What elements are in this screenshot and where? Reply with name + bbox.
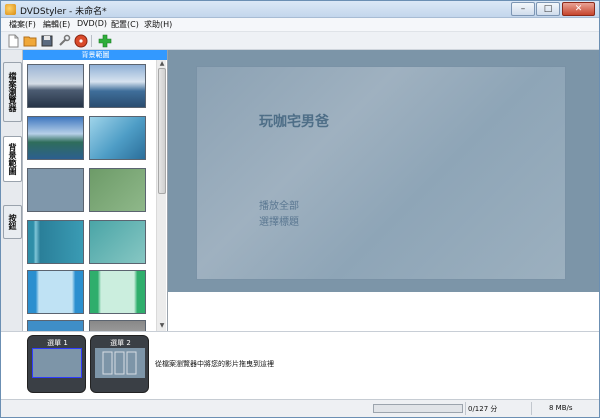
menu-title-text[interactable]: 玩咖宅男爸 bbox=[259, 111, 329, 131]
tab-buttons-label: 按鈕 bbox=[8, 214, 17, 230]
window-title: DVDStyler - 未命名* bbox=[20, 7, 107, 17]
scroll-up-icon[interactable]: ▲ bbox=[158, 60, 166, 67]
tab-backgrounds[interactable]: 背景範圖 bbox=[3, 136, 22, 182]
new-file-icon[interactable] bbox=[6, 34, 20, 48]
background-thumbnail[interactable] bbox=[89, 168, 146, 212]
menu-1-label: 選單 1 bbox=[47, 339, 68, 347]
menu-2-layout-icon bbox=[102, 351, 137, 375]
toolbar bbox=[1, 32, 599, 50]
disc-usage-text: 0/127 分 bbox=[468, 405, 498, 413]
open-folder-icon[interactable] bbox=[23, 34, 37, 48]
background-thumbnail[interactable] bbox=[89, 116, 146, 160]
panel-header: 背景範圖 bbox=[23, 50, 167, 60]
tab-backgrounds-label: 背景範圖 bbox=[8, 143, 17, 175]
background-thumbnail[interactable] bbox=[27, 168, 84, 212]
status-bar: 0/127 分 8 MB/s bbox=[1, 399, 599, 417]
select-title-button[interactable]: 選擇標題 bbox=[259, 213, 299, 228]
menu-config[interactable]: 配置(C) bbox=[111, 19, 139, 30]
tab-file-browser-label: 檔案瀏覽器 bbox=[8, 72, 17, 112]
tab-file-browser[interactable]: 檔案瀏覽器 bbox=[3, 62, 22, 122]
dvdstyler-app-icon bbox=[5, 4, 16, 15]
menu-1-preview bbox=[32, 348, 82, 378]
thumbnail-scrollbar[interactable]: ▲ ▼ bbox=[156, 60, 166, 331]
settings-wrench-icon[interactable] bbox=[57, 34, 71, 48]
menu-edit[interactable]: 編輯(E) bbox=[43, 19, 70, 30]
menu-2-label: 選單 2 bbox=[110, 339, 131, 347]
titleset-strip: 選單 1 選單 2 從檔案瀏覽器中將您的影片拖曳到這裡 bbox=[1, 331, 599, 399]
disc-usage-progress bbox=[373, 404, 463, 413]
toolbar-separator bbox=[91, 35, 92, 47]
background-thumbnail[interactable] bbox=[27, 116, 84, 160]
background-thumbnail[interactable] bbox=[27, 320, 84, 331]
scroll-down-icon[interactable]: ▼ bbox=[158, 322, 166, 329]
menu-canvas[interactable]: 玩咖宅男爸 播放全部 選擇標題 bbox=[196, 66, 566, 280]
burn-disc-icon[interactable] bbox=[74, 34, 88, 48]
menu-file[interactable]: 檔案(F) bbox=[9, 19, 36, 30]
background-thumbnail-panel: 背景範圖 ▲ ▼ bbox=[23, 50, 168, 331]
background-thumbnail[interactable] bbox=[27, 64, 84, 108]
menu-help[interactable]: 求助(H) bbox=[144, 19, 172, 30]
menu-dvd[interactable]: DVD(D) bbox=[77, 19, 107, 28]
menu-2-preview bbox=[95, 348, 145, 378]
menu-editor-area: 玩咖宅男爸 播放全部 選擇標題 bbox=[168, 50, 599, 331]
tab-buttons[interactable]: 按鈕 bbox=[3, 205, 22, 239]
status-separator bbox=[531, 402, 532, 415]
scrollbar-thumb[interactable] bbox=[158, 68, 166, 194]
menu-1-thumbnail[interactable]: 選單 1 bbox=[27, 335, 86, 393]
drop-hint-text: 從檔案瀏覽器中將您的影片拖曳到這裡 bbox=[155, 360, 274, 368]
maximize-button[interactable]: □ bbox=[536, 2, 560, 16]
menu-bar: 檔案(F) 編輯(E) DVD(D) 配置(C) 求助(H) bbox=[1, 18, 599, 32]
minimize-button[interactable]: – bbox=[511, 2, 535, 16]
background-thumbnail[interactable] bbox=[89, 64, 146, 108]
menu-2-thumbnail[interactable]: 選單 2 bbox=[90, 335, 149, 393]
menu-preview[interactable]: 玩咖宅男爸 播放全部 選擇標題 bbox=[168, 50, 599, 292]
status-separator bbox=[465, 402, 466, 415]
bitrate-text: 8 MB/s bbox=[549, 404, 573, 412]
background-thumbnail[interactable] bbox=[27, 270, 84, 314]
add-plus-icon[interactable] bbox=[98, 34, 112, 48]
background-thumbnail[interactable] bbox=[89, 270, 146, 314]
background-thumbnail[interactable] bbox=[27, 220, 84, 264]
play-all-button[interactable]: 播放全部 bbox=[259, 197, 299, 212]
save-icon[interactable] bbox=[40, 34, 54, 48]
left-tab-strip: 檔案瀏覽器 背景範圖 按鈕 bbox=[1, 50, 23, 331]
title-bar: DVDStyler - 未命名* – □ ✕ bbox=[1, 1, 599, 18]
app-window: DVDStyler - 未命名* – □ ✕ 檔案(F) 編輯(E) DVD(D… bbox=[0, 0, 600, 418]
close-button[interactable]: ✕ bbox=[562, 2, 595, 16]
background-thumbnail[interactable] bbox=[89, 320, 146, 331]
background-thumbnail[interactable] bbox=[89, 220, 146, 264]
